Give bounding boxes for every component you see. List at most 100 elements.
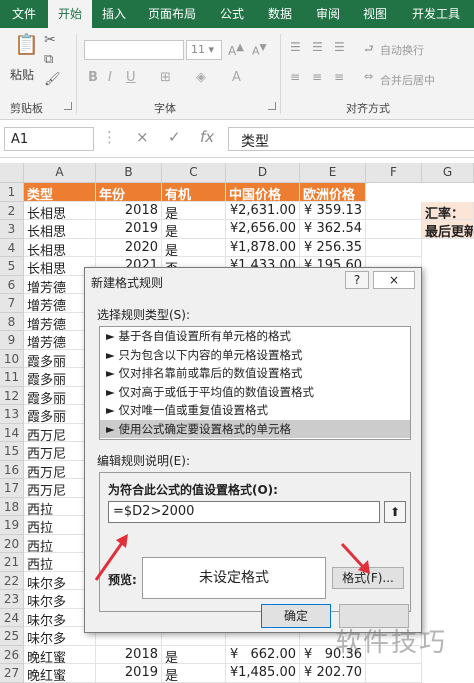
rule-formula-input[interactable]: =$D2>2000 <box>108 501 380 523</box>
row-header[interactable]: 11 <box>0 368 24 387</box>
row-header[interactable]: 4 <box>0 238 24 257</box>
wrap-text-icon[interactable]: ⮐ <box>364 40 374 59</box>
font-name-dropdown[interactable] <box>84 40 184 60</box>
column-header[interactable]: B <box>96 163 162 183</box>
header-cell-type[interactable]: 类型 <box>24 183 96 202</box>
row-header[interactable]: 24 <box>0 608 24 627</box>
table-cell[interactable]: ¥2,656.00 <box>226 220 300 239</box>
italic-icon[interactable]: I <box>108 70 112 85</box>
row-header[interactable]: 14 <box>0 423 24 442</box>
row-header[interactable]: 15 <box>0 442 24 461</box>
column-header[interactable]: D <box>226 163 300 183</box>
row-header[interactable]: 2 <box>0 201 24 220</box>
table-cell[interactable]: 长相思 <box>24 238 96 257</box>
column-header[interactable]: C <box>162 163 226 183</box>
table-cell[interactable]: 是 <box>162 201 226 220</box>
row-header[interactable]: 12 <box>0 386 24 405</box>
align-left-icon[interactable]: ≡ <box>290 70 300 84</box>
bold-icon[interactable]: B <box>88 70 98 85</box>
table-cell[interactable]: ¥1,878.00 <box>226 238 300 257</box>
exchange-rate-label[interactable]: 汇率： <box>422 201 474 220</box>
select-all-corner[interactable] <box>0 163 24 183</box>
align-bottom-icon[interactable]: ☰ <box>334 40 345 54</box>
rule-type-item[interactable]: ► 只为包含以下内容的单元格设置格式 <box>100 346 410 365</box>
column-header[interactable]: E <box>300 163 366 183</box>
row-header[interactable]: 7 <box>0 294 24 313</box>
clipboard-launcher-icon[interactable] <box>64 102 72 110</box>
table-cell[interactable]: 是 <box>162 645 226 664</box>
confirm-icon[interactable]: ✓ <box>168 128 181 146</box>
row-header[interactable]: 22 <box>0 571 24 590</box>
row-header[interactable]: 18 <box>0 497 24 516</box>
tab-view[interactable]: 视图 <box>352 0 398 28</box>
header-cell-europe-price[interactable]: 欧洲价格 <box>300 183 366 202</box>
table-cell[interactable]: 2018 <box>96 201 162 220</box>
table-cell[interactable]: ¥662.00 <box>226 645 300 664</box>
column-header[interactable]: F <box>366 163 422 183</box>
row-header[interactable]: 21 <box>0 553 24 572</box>
column-header[interactable]: G <box>422 163 474 183</box>
align-right-icon[interactable]: ≡ <box>334 70 344 84</box>
insert-function-icon[interactable]: fx <box>200 128 214 146</box>
row-header[interactable]: 3 <box>0 220 24 239</box>
border-icon[interactable]: ⊞ <box>160 70 171 85</box>
font-launcher-icon[interactable] <box>268 102 276 110</box>
tab-home[interactable]: 开始 <box>48 0 92 28</box>
row-header[interactable]: 16 <box>0 460 24 479</box>
tab-data[interactable]: 数据 <box>256 0 304 28</box>
table-cell[interactable]: 2018 <box>96 645 162 664</box>
tab-file[interactable]: 文件 <box>0 0 48 28</box>
last-updated-label[interactable]: 最后更新 <box>422 220 474 239</box>
table-cell[interactable] <box>366 201 422 220</box>
rule-type-item-selected[interactable]: ► 使用公式确定要设置格式的单元格 <box>100 419 410 438</box>
tab-formulas[interactable]: 公式 <box>208 0 256 28</box>
table-cell[interactable] <box>366 238 422 257</box>
header-cell-year[interactable]: 年份 <box>96 183 162 202</box>
shrink-font-icon[interactable]: A▼ <box>252 42 267 58</box>
fill-color-icon[interactable]: ◈ <box>196 70 206 85</box>
align-top-icon[interactable]: ☰ <box>290 40 301 54</box>
cancel-icon[interactable]: × <box>136 128 149 146</box>
row-header[interactable]: 17 <box>0 479 24 498</box>
table-cell[interactable]: 晚红蜜 <box>24 645 96 664</box>
row-header[interactable]: 26 <box>0 645 24 664</box>
table-cell[interactable]: ¥256.35 <box>300 238 366 257</box>
paste-icon[interactable]: 📋 <box>14 32 39 56</box>
cut-icon[interactable]: ✂ <box>44 32 56 48</box>
tab-page-layout[interactable]: 页面布局 <box>136 0 208 28</box>
tab-review[interactable]: 审阅 <box>304 0 352 28</box>
wrap-text-button[interactable]: 自动换行 <box>380 42 424 58</box>
rule-type-item[interactable]: ► 基于各自值设置所有单元格的格式 <box>100 327 410 346</box>
row-header[interactable]: 1 <box>0 183 24 202</box>
table-cell[interactable]: 长相思 <box>24 201 96 220</box>
merge-center-icon[interactable]: ⇔ <box>364 70 373 83</box>
rule-type-item[interactable]: ► 仅对高于或低于平均值的数值设置格式 <box>100 383 410 402</box>
align-middle-icon[interactable]: ☰ <box>312 40 323 54</box>
table-cell[interactable]: 2019 <box>96 220 162 239</box>
font-color-icon[interactable]: A <box>232 70 241 85</box>
row-header[interactable]: 10 <box>0 349 24 368</box>
table-cell[interactable]: ¥359.13 <box>300 201 366 220</box>
row-header[interactable]: 9 <box>0 331 24 350</box>
help-button[interactable]: ? <box>345 271 369 289</box>
tab-developer[interactable]: 开发工具 <box>398 0 474 28</box>
row-header[interactable]: 6 <box>0 275 24 294</box>
table-cell[interactable]: 长相思 <box>24 220 96 239</box>
table-cell[interactable]: ¥362.54 <box>300 220 366 239</box>
table-cell[interactable]: 是 <box>162 220 226 239</box>
table-cell[interactable]: ¥2,631.00 <box>226 201 300 220</box>
table-cell[interactable]: 2020 <box>96 238 162 257</box>
row-header[interactable]: 13 <box>0 405 24 424</box>
table-cell[interactable]: 是 <box>162 238 226 257</box>
formula-input[interactable]: 类型 <box>228 127 474 151</box>
table-cell[interactable] <box>366 220 422 239</box>
format-painter-icon[interactable]: 🖌 <box>44 72 61 87</box>
collapse-dialog-icon[interactable]: ⬆ <box>384 501 406 523</box>
row-header[interactable]: 23 <box>0 590 24 609</box>
row-header[interactable]: 25 <box>0 627 24 646</box>
name-box[interactable]: A1 <box>4 127 94 151</box>
column-header[interactable]: A <box>24 163 96 183</box>
rule-type-item[interactable]: ► 仅对排名靠前或靠后的数值设置格式 <box>100 364 410 383</box>
row-header[interactable]: 8 <box>0 312 24 331</box>
row-header[interactable]: 20 <box>0 534 24 553</box>
